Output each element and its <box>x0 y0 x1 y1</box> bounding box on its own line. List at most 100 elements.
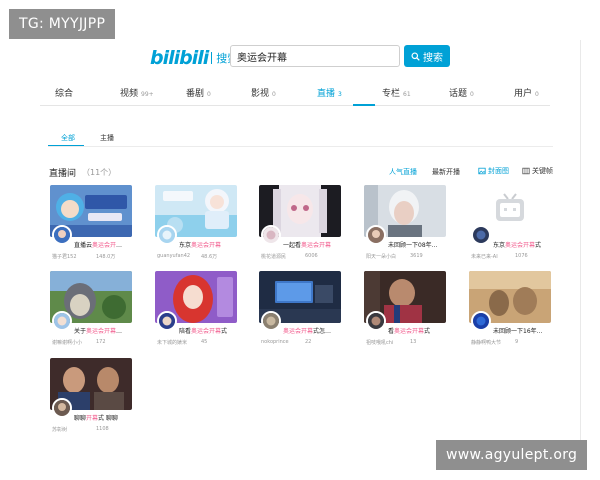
tab-count: 0 <box>470 91 474 98</box>
live-card[interactable]: 一起看奥运会开幕 桃花道源民 6006 <box>259 185 341 265</box>
uploader-name[interactable]: nokoprince <box>261 339 307 345</box>
live-card[interactable]: 聊聊开幕式 聊聊 苏彰树 1108 <box>50 358 132 438</box>
live-subtabs: 全部 主播 <box>48 125 128 147</box>
live-title[interactable]: 东京奥运会开幕式 <box>493 240 553 249</box>
tab-article[interactable]: 专栏 61 <box>382 86 411 99</box>
sort-newest[interactable]: 最新开播 <box>432 167 460 177</box>
keyword-highlight: 奥运会开幕 <box>191 328 222 335</box>
live-title[interactable]: 关于奥运会开幕… <box>74 326 134 335</box>
viewer-count: 48.6万 <box>201 254 218 260</box>
avatar[interactable] <box>366 225 386 245</box>
uploader-name[interactable]: 静静啊鸭大节 <box>471 339 517 346</box>
keyword-highlight: 奥运会开幕 <box>191 242 222 249</box>
view-cover[interactable]: 封面图 <box>478 166 509 176</box>
keyword-highlight: 奥运会开幕 <box>505 242 536 249</box>
subtab-streamer[interactable]: 主播 <box>100 133 114 143</box>
avatar[interactable] <box>52 398 72 418</box>
uploader-name[interactable]: 未下城的婊米 <box>157 339 203 346</box>
viewer-count: 6006 <box>305 253 318 259</box>
viewer-count: 1108 <box>96 426 109 432</box>
tab-user[interactable]: 用户 0 <box>514 86 539 99</box>
live-title[interactable]: 看奥运会开幕式 <box>388 326 448 335</box>
live-title[interactable]: 直播云奥运会开… <box>74 240 134 249</box>
keyword-highlight: 奥运会开幕 <box>394 328 425 335</box>
site-logo[interactable]: bilibili 搜索 <box>150 47 238 69</box>
avatar[interactable] <box>52 225 72 245</box>
live-card[interactable]: 未回顾一下16年… 静静啊鸭大节 9 <box>469 271 551 351</box>
tab-count: 99+ <box>141 91 154 98</box>
uploader-name[interactable]: 未来已来-AI <box>471 253 517 260</box>
view-cover-label: 封面图 <box>488 167 509 175</box>
uploader-name[interactable]: 谢嘛谢啊小小 <box>52 339 98 346</box>
tab-bangumi[interactable]: 番剧 0 <box>186 86 211 99</box>
tab-label: 专栏 <box>382 89 401 99</box>
tab-label: 话题 <box>449 89 468 99</box>
live-title[interactable]: 未回顾一下16年… <box>493 326 553 335</box>
keyword-highlight: 奥运会开幕 <box>283 328 314 335</box>
uploader-name[interactable]: 祖吱哦吼chi <box>366 339 412 346</box>
live-card[interactable]: 关于奥运会开幕… 谢嘛谢啊小小 172 <box>50 271 132 351</box>
view-keyframe-label: 关键帧 <box>532 167 553 175</box>
viewer-count: 3619 <box>410 253 423 259</box>
live-card[interactable]: 奥运会开幕式怎… nokoprince 22 <box>259 271 341 351</box>
live-card[interactable]: 东京奥运会开幕式 未来已来-AI 1076 <box>469 185 551 265</box>
search-button-label: 搜索 <box>423 52 443 64</box>
live-card[interactable]: 东京奥运会开幕 guanyufan42 48.6万 <box>155 185 237 265</box>
search-button[interactable]: 搜索 <box>404 45 450 67</box>
live-title[interactable]: 东京奥运会开幕 <box>179 240 239 249</box>
search-input[interactable] <box>230 45 400 67</box>
keyword-highlight: 奥运会开幕 <box>301 242 332 249</box>
live-section-title: 直播间 <box>49 169 77 179</box>
tab-topic[interactable]: 话题 0 <box>449 86 474 99</box>
live-title[interactable]: 陪看奥运会开幕式 <box>179 326 239 335</box>
tab-count: 0 <box>207 91 211 98</box>
live-card[interactable]: 直播云奥运会开… 猫子君152 148.0万 <box>50 185 132 265</box>
live-card[interactable]: 未回顾一下08年… 阳天一朵小白 3619 <box>364 185 446 265</box>
live-title[interactable]: 未回顾一下08年… <box>388 240 448 249</box>
watermark-top-left: TG: MYYJJPP <box>9 9 116 39</box>
tab-label: 综合 <box>55 89 74 99</box>
uploader-name[interactable]: 苏彰树 <box>52 426 98 433</box>
subtab-all[interactable]: 全部 <box>61 133 75 143</box>
avatar[interactable] <box>157 225 177 245</box>
avatar[interactable] <box>261 225 281 245</box>
watermark-bottom-right: www.agyulept.org <box>436 440 588 470</box>
tab-movie[interactable]: 影视 0 <box>251 86 276 99</box>
keyword-highlight: 开幕 <box>86 415 99 422</box>
avatar[interactable] <box>261 311 281 331</box>
live-title[interactable]: 一起看奥运会开幕 <box>283 240 343 249</box>
viewer-count: 22 <box>305 339 312 345</box>
image-icon <box>478 167 486 175</box>
tab-label: 用户 <box>514 89 533 99</box>
viewer-count: 1076 <box>515 253 528 259</box>
live-card[interactable]: 陪看奥运会开幕式 未下城的婊米 45 <box>155 271 237 351</box>
avatar[interactable] <box>471 311 491 331</box>
uploader-name[interactable]: 桃花道源民 <box>261 253 307 260</box>
live-title[interactable]: 聊聊开幕式 聊聊 <box>74 413 134 422</box>
live-title[interactable]: 奥运会开幕式怎… <box>283 326 343 335</box>
live-section-count: （11个） <box>82 168 117 177</box>
tab-count: 0 <box>272 91 276 98</box>
tab-live[interactable]: 直播 3 <box>317 86 342 99</box>
uploader-name[interactable]: guanyufan42 <box>157 253 203 259</box>
viewer-count: 172 <box>96 339 106 345</box>
subtabs-divider <box>48 146 553 147</box>
tab-label: 直播 <box>317 89 336 99</box>
live-card[interactable]: 看奥运会开幕式 祖吱哦吼chi 13 <box>364 271 446 351</box>
avatar[interactable] <box>366 311 386 331</box>
tab-all[interactable]: 综合 <box>55 86 76 99</box>
avatar[interactable] <box>52 311 72 331</box>
avatar[interactable] <box>471 225 491 245</box>
tab-label: 视频 <box>120 89 139 99</box>
tab-count: 61 <box>403 91 411 98</box>
result-type-tabs: 综合 视频 99+ 番剧 0 影视 0 直播 3 专栏 61 话题 0 用户 0 <box>40 80 550 106</box>
uploader-name[interactable]: 阳天一朵小白 <box>366 253 412 260</box>
keyword-highlight: 奥运会开 <box>92 242 117 249</box>
avatar[interactable] <box>157 311 177 331</box>
view-keyframe[interactable]: 关键帧 <box>522 166 553 176</box>
sort-popular[interactable]: 人气直播 <box>389 167 417 177</box>
viewer-count: 45 <box>201 339 208 345</box>
uploader-name[interactable]: 猫子君152 <box>52 253 98 260</box>
tab-video[interactable]: 视频 99+ <box>120 86 154 99</box>
tab-label: 番剧 <box>186 89 205 99</box>
